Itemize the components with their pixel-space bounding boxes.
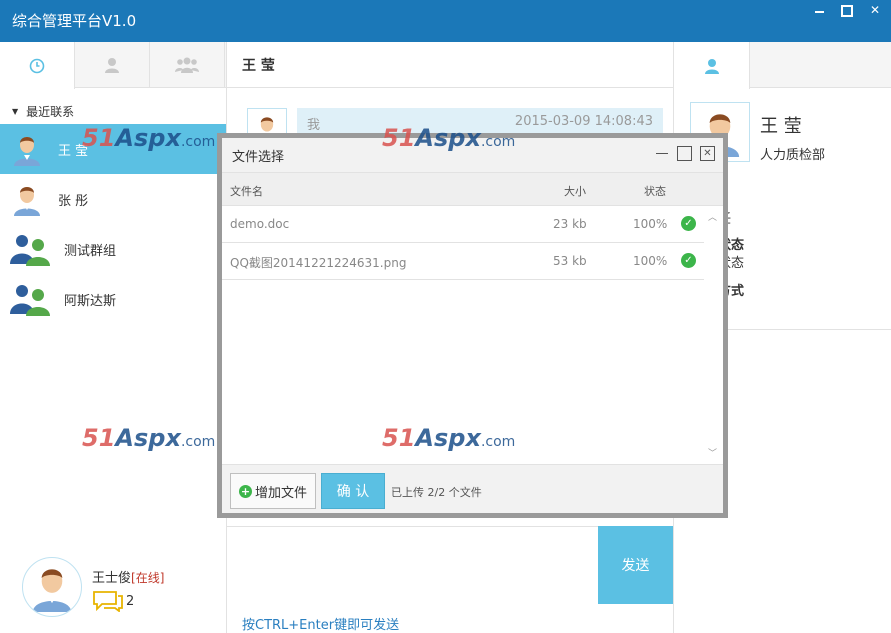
column-name: 文件名: [230, 185, 263, 198]
check-icon: ✓: [681, 216, 696, 231]
user-avatar-icon: [14, 137, 40, 166]
add-file-button[interactable]: + 增加文件: [230, 473, 316, 509]
group-avatar-icon: [10, 235, 50, 266]
profile-tabs: [674, 42, 891, 89]
contact-name: 测试群组: [64, 243, 117, 259]
profile-name: 王 莹: [760, 116, 802, 137]
group-icon: [175, 57, 199, 73]
file-progress: 100%: [633, 254, 668, 268]
file-name: QQ截图20141221224631.png: [230, 256, 407, 270]
watermark: 51Aspx.com: [82, 424, 216, 452]
add-file-label: 增加文件: [254, 485, 307, 501]
contact-name: 阿斯达斯: [64, 293, 117, 309]
contact-item[interactable]: 张 彤: [0, 174, 226, 224]
dialog-minimize-button[interactable]: [654, 146, 669, 161]
confirm-button[interactable]: 确 认: [321, 473, 385, 509]
user-avatar-icon: [32, 569, 72, 612]
chevron-down-icon[interactable]: ﹀: [708, 446, 717, 459]
user-icon: [704, 58, 719, 74]
file-size: 53 kb: [553, 254, 587, 268]
minimize-button[interactable]: [811, 2, 827, 18]
dialog-footer: + 增加文件 确 认 已上传 2/2 个文件: [222, 465, 723, 513]
clock-icon: [29, 58, 45, 73]
chat-title: 王 莹: [227, 42, 673, 88]
close-button[interactable]: [867, 2, 883, 18]
file-list: 文件名 大小 状态 demo.doc 23 kb 100% ✓ QQ截图2014…: [222, 172, 723, 465]
send-button[interactable]: 发送: [598, 526, 673, 604]
caret-down-icon: ▼: [12, 106, 19, 116]
file-row[interactable]: QQ截图20141221224631.png 53 kb 100% ✓: [222, 243, 704, 280]
app-title: 综合管理平台V1.0: [12, 12, 137, 30]
file-list-header: 文件名 大小 状态: [222, 173, 723, 206]
dialog-close-button[interactable]: ✕: [700, 146, 715, 161]
user-avatar-icon: [14, 187, 40, 216]
watermark: 51Aspx.com: [382, 124, 516, 152]
message-time: 2015-03-09 14:08:43: [514, 114, 653, 129]
column-status: 状态: [644, 185, 666, 198]
message-notice[interactable]: 2: [92, 590, 164, 612]
tab-groups[interactable]: [150, 42, 225, 88]
avatar[interactable]: [22, 557, 82, 617]
chevron-up-icon[interactable]: ︿: [708, 210, 717, 223]
file-size: 23 kb: [553, 217, 587, 231]
chat-bubble-icon: [93, 591, 123, 612]
user-icon: [105, 58, 119, 73]
contacts-tabs: [0, 42, 226, 89]
contact-item[interactable]: 测试群组: [0, 224, 226, 274]
scrollbar[interactable]: ︿ ﹀: [705, 206, 721, 466]
plus-icon: +: [238, 484, 252, 498]
send-hint: 按CTRL+Enter键即可发送: [242, 618, 400, 633]
group-avatar-icon: [10, 285, 50, 316]
title-bar: 综合管理平台V1.0: [0, 0, 891, 42]
profile-department: 人力质检部: [760, 148, 826, 163]
current-user-name: 王士俊: [92, 571, 132, 586]
section-label: 最近联系: [26, 104, 75, 119]
tab-recent[interactable]: [0, 42, 75, 89]
window-controls: [811, 2, 883, 18]
recent-section-title[interactable]: ▼ 最近联系: [0, 98, 226, 124]
dialog-controls: ✕: [654, 146, 715, 161]
file-row[interactable]: demo.doc 23 kb 100% ✓: [222, 206, 704, 243]
check-icon: ✓: [681, 253, 696, 268]
column-size: 大小: [564, 185, 586, 198]
status-badge: [在线]: [131, 571, 165, 585]
watermark: 51Aspx.com: [382, 424, 516, 452]
message-sender: 我: [307, 118, 321, 133]
dialog-title: 文件选择: [232, 150, 285, 165]
upload-status: 已上传 2/2 个文件: [391, 486, 482, 499]
dialog-maximize-button[interactable]: [677, 146, 692, 161]
tab-profile[interactable]: [674, 42, 750, 89]
file-name: demo.doc: [230, 217, 290, 231]
tab-contacts[interactable]: [75, 42, 150, 88]
message-count: 2: [126, 593, 135, 609]
file-progress: 100%: [633, 217, 668, 231]
maximize-button[interactable]: [839, 2, 855, 18]
contact-item[interactable]: 阿斯达斯: [0, 274, 226, 324]
current-user: 王士俊[在线] 2: [22, 557, 164, 617]
watermark: 51Aspx.com: [82, 124, 216, 152]
contact-name: 张 彤: [58, 193, 89, 209]
file-select-dialog: 文件选择 ✕ 文件名 大小 状态 demo.doc 23 kb 100% ✓ Q…: [217, 133, 728, 518]
